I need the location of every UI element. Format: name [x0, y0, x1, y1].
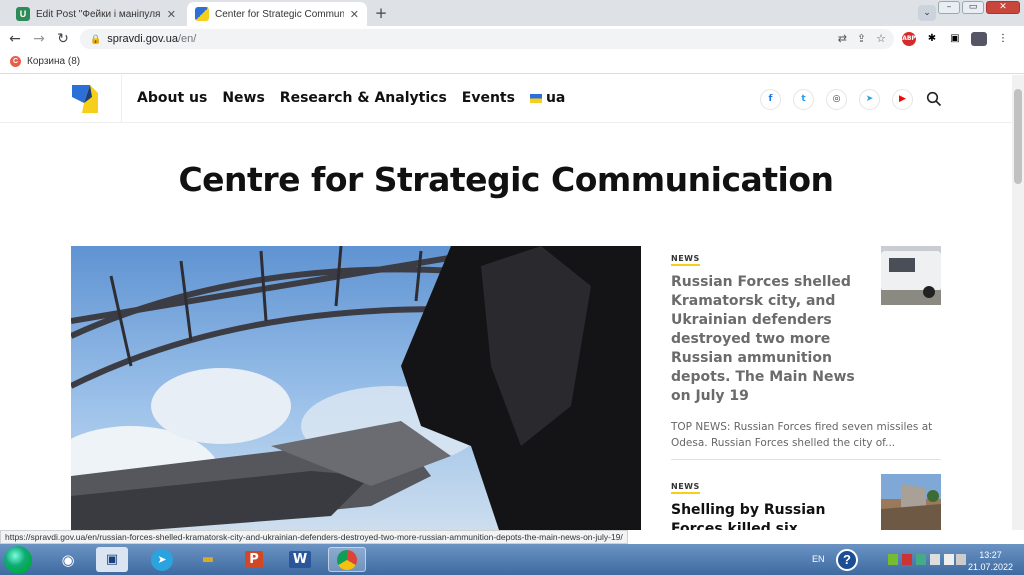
instagram-icon[interactable]: ◎: [826, 89, 847, 110]
address-bar[interactable]: 🔒 spravdi.gov.ua/en/ ⇄ ⇪ ☆: [80, 29, 894, 49]
destroyed-hangar-image: [71, 246, 641, 530]
hero-image[interactable]: [71, 246, 641, 530]
nav-language-ua[interactable]: ua: [529, 90, 566, 106]
news-story[interactable]: NEWS Shelling by Russian Forces killed s…: [671, 474, 941, 530]
powerpoint-app-icon[interactable]: P: [238, 547, 270, 572]
tray-app-icon[interactable]: [902, 554, 912, 565]
tab-title: Center for Strategic Communicati: [215, 8, 344, 20]
browser-toolbar: ← → ↻ 🔒 spravdi.gov.ua/en/ ⇄ ⇪ ☆ ABP ✱ ▣…: [0, 26, 1024, 52]
nav-about-us[interactable]: About us: [137, 90, 207, 106]
url-host: spravdi.gov.ua: [107, 33, 178, 45]
thumbnail-image: [881, 474, 941, 530]
chrome-app-icon[interactable]: [328, 547, 366, 572]
windows-taskbar: ◉ ▣ ➤ ▬ P W EN ? 13:27 21.07.2022: [0, 544, 1024, 575]
reload-icon[interactable]: ↻: [54, 30, 72, 48]
start-button[interactable]: [4, 546, 32, 574]
tab-title: Edit Post "Фейки і маніпуляції р: [36, 8, 161, 20]
close-tab-icon[interactable]: ✕: [350, 8, 359, 21]
telegram-app-icon[interactable]: ➤: [146, 547, 178, 572]
adblock-icon[interactable]: ABP: [902, 32, 916, 46]
story-thumbnail[interactable]: [881, 474, 941, 530]
story-tag: NEWS: [671, 254, 700, 266]
story-excerpt: TOP NEWS: Russian Forces fired seven mis…: [671, 421, 933, 449]
search-icon[interactable]: [926, 91, 942, 107]
bookmark-star-icon[interactable]: ☆: [876, 32, 886, 45]
bookmark-label: Корзина (8): [27, 56, 81, 67]
nav-research-analytics[interactable]: Research & Analytics: [280, 90, 447, 106]
story-thumbnail[interactable]: [881, 246, 941, 305]
save-disk-app-icon[interactable]: ▣: [96, 547, 128, 572]
tab-favicon-icon: [195, 7, 209, 21]
folder-app-icon[interactable]: ▬: [192, 547, 224, 572]
flag-icon[interactable]: [930, 554, 940, 565]
news-story[interactable]: NEWS Russian Forces shelled Kramatorsk c…: [671, 246, 941, 451]
nav-news[interactable]: News: [222, 90, 264, 106]
tab-favicon-icon: U: [16, 7, 30, 21]
web-page: About us News Research & Analytics Event…: [0, 75, 1012, 530]
ukraine-flag-icon: [529, 93, 542, 103]
maximize-button[interactable]: ▭: [962, 1, 984, 14]
clock-time: 13:27: [979, 550, 1002, 560]
camera-app-icon[interactable]: ◉: [52, 547, 84, 572]
system-clock[interactable]: 13:27 21.07.2022: [968, 549, 1013, 573]
extensions-puzzle-icon[interactable]: ✱: [925, 32, 939, 46]
scrollbar-thumb[interactable]: [1014, 89, 1022, 184]
volume-icon[interactable]: [956, 554, 966, 565]
back-icon[interactable]: ←: [6, 30, 24, 48]
close-window-button[interactable]: ✕: [986, 1, 1020, 14]
tab-search-icon[interactable]: ⌄: [918, 5, 936, 21]
main-nav: About us News Research & Analytics Event…: [137, 90, 565, 106]
status-bar-url: https://spravdi.gov.ua/en/russian-forces…: [0, 530, 628, 544]
story-title[interactable]: Shelling by Russian Forces killed six pe…: [671, 501, 856, 530]
tray-app-icon[interactable]: [916, 554, 926, 565]
youtube-icon[interactable]: ▶: [892, 89, 913, 110]
header-divider: [121, 75, 122, 123]
word-app-icon[interactable]: W: [284, 547, 316, 572]
browser-tab-strip: U Edit Post "Фейки і маніпуляції р ✕ Cen…: [0, 0, 1024, 26]
close-tab-icon[interactable]: ✕: [167, 8, 176, 21]
story-title[interactable]: Russian Forces shelled Kramatorsk city, …: [671, 273, 856, 406]
share-icon[interactable]: ⇪: [857, 32, 866, 45]
site-header: About us News Research & Analytics Event…: [0, 75, 1012, 123]
language-indicator[interactable]: EN: [812, 554, 825, 564]
page-scrollbar[interactable]: [1012, 75, 1024, 530]
profile-avatar[interactable]: [971, 32, 987, 46]
tab-edit-post[interactable]: U Edit Post "Фейки і маніпуляції р ✕: [8, 2, 184, 26]
translate-icon[interactable]: ⇄: [838, 32, 847, 45]
menu-kebab-icon[interactable]: ⋮: [996, 32, 1010, 46]
bookmarks-bar: C Корзина (8): [0, 52, 1024, 74]
new-tab-button[interactable]: +: [372, 4, 390, 22]
story-tag: NEWS: [671, 482, 700, 494]
language-label: ua: [545, 90, 566, 106]
url-path: /en/: [177, 33, 197, 45]
extensions-area: ABP ✱ ▣ ⋮: [902, 32, 1010, 46]
story-divider: [671, 459, 941, 460]
help-icon[interactable]: ?: [836, 549, 858, 571]
lock-icon: 🔒: [90, 33, 102, 44]
bookmark-favicon-icon: C: [10, 56, 21, 67]
tray-app-icon[interactable]: [888, 554, 898, 565]
nav-events[interactable]: Events: [462, 90, 515, 106]
system-tray: EN ? 13:27 21.07.2022: [808, 546, 1018, 574]
twitter-icon[interactable]: t: [793, 89, 814, 110]
facebook-icon[interactable]: f: [760, 89, 781, 110]
minimize-button[interactable]: –: [938, 1, 960, 14]
clock-date: 21.07.2022: [968, 562, 1014, 572]
tab-center-strategic[interactable]: Center for Strategic Communicati ✕: [187, 2, 367, 26]
window-controls: – ▭ ✕: [938, 1, 1020, 15]
page-title: Centre for Strategic Communication: [178, 160, 834, 199]
site-logo-icon[interactable]: [70, 83, 100, 115]
network-icon[interactable]: [944, 554, 954, 565]
sidepanel-icon[interactable]: ▣: [948, 32, 962, 46]
bookmark-item[interactable]: C Корзина (8): [10, 56, 80, 67]
thumbnail-image: [881, 246, 941, 305]
telegram-icon[interactable]: ➤: [859, 89, 880, 110]
forward-icon[interactable]: →: [30, 30, 48, 48]
social-links: f t ◎ ➤ ▶: [760, 89, 913, 110]
